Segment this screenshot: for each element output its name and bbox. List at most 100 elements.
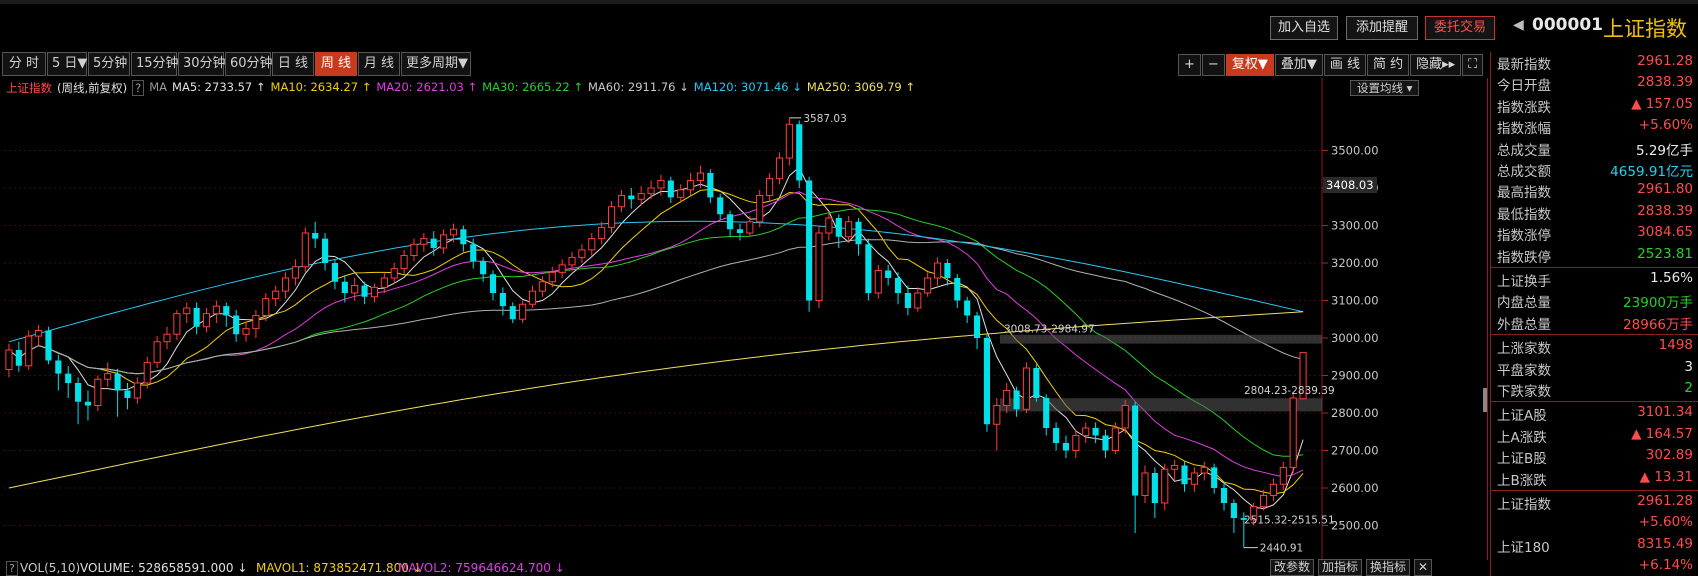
top-strip bbox=[0, 0, 1698, 4]
add-indicator-button[interactable]: 加指标 bbox=[1318, 559, 1363, 576]
period-tab-3[interactable]: 15分钟 bbox=[131, 52, 179, 76]
hide-button[interactable]: 隐藏▸▸ bbox=[1410, 54, 1462, 76]
quote-row: 平盘家数 3 bbox=[1491, 358, 1698, 379]
quote-row: 上证换手 1.56% bbox=[1491, 269, 1698, 290]
quote-value: 5.29亿手 bbox=[1635, 142, 1693, 159]
candle-body bbox=[885, 270, 892, 278]
quote-label: 最高指数 bbox=[1497, 185, 1551, 202]
quote-value: 3084.65 bbox=[1637, 224, 1693, 241]
y-tick-label: 2700.00 bbox=[1331, 444, 1379, 458]
period-tabs: 分 时5 日▼ 5分钟 15分钟 30分钟 60分钟日 线周 线月 线更多周期▼ bbox=[2, 52, 472, 76]
candle-body bbox=[568, 256, 576, 266]
candle-body bbox=[717, 197, 724, 215]
period-tab-9[interactable]: 更多周期▼ bbox=[401, 52, 471, 76]
candle-body bbox=[1003, 390, 1011, 406]
ma60-line bbox=[8, 239, 1304, 375]
candle-body bbox=[1279, 466, 1287, 485]
kline-chart-svg: 2500.00 2600.00 2700.00 2800.00 2900.00 3000.… bbox=[4, 78, 1487, 560]
candle-body bbox=[331, 263, 339, 282]
candle-body bbox=[1111, 427, 1119, 451]
add-alert-button[interactable]: 添加提醒 bbox=[1346, 16, 1418, 40]
candle-body bbox=[628, 195, 635, 200]
quote-label: 指数涨幅 bbox=[1497, 121, 1551, 138]
switch-indicator-button[interactable]: 换指标 bbox=[1366, 559, 1411, 576]
candle-body bbox=[1033, 368, 1040, 398]
stock-name: 上证指数 bbox=[1603, 17, 1687, 41]
period-tab-6[interactable]: 日 线 bbox=[272, 52, 314, 76]
ma-title: 上证指数 bbox=[6, 81, 52, 95]
candle-body bbox=[370, 286, 379, 298]
chart-toolbar: + − 复权▼ 叠加▼ 画 线简 约隐藏▸▸ ⛶ bbox=[1178, 54, 1484, 76]
gap-zone-upper bbox=[1000, 334, 1322, 344]
candle-body bbox=[588, 238, 596, 251]
y-tick-label: 3000.00 bbox=[1331, 331, 1379, 345]
candle-body bbox=[1190, 472, 1198, 485]
ma-settings-button[interactable]: 设置均线 ▾ bbox=[1350, 80, 1420, 96]
ma10-value: MA10: 2634.27 ↑ bbox=[270, 80, 372, 94]
candle-body bbox=[1151, 473, 1158, 503]
vol-help-icon[interactable]: ? bbox=[6, 561, 18, 576]
kline-chart[interactable]: 2500.00 2600.00 2700.00 2800.00 2900.00 3000.… bbox=[0, 78, 1488, 560]
period-tab-8[interactable]: 月 线 bbox=[358, 52, 400, 76]
candle-body bbox=[233, 315, 240, 335]
quote-value: 28966万手 bbox=[1623, 316, 1693, 333]
candle-body bbox=[696, 172, 705, 181]
quote-label: 最新指数 bbox=[1497, 57, 1551, 73]
quote-label: 上证换手 bbox=[1497, 274, 1551, 290]
edit-params-button[interactable]: 改参数 bbox=[1270, 559, 1315, 576]
candle-body bbox=[94, 378, 102, 406]
candle-body bbox=[25, 335, 33, 367]
ma120-value: MA120: 3071.46 ↓ bbox=[693, 80, 802, 94]
close-indicator-icon[interactable]: ✕ bbox=[1414, 559, 1433, 576]
ma20-value: MA20: 2621.03 ↑ bbox=[376, 80, 478, 94]
period-tab-4[interactable]: 30分钟 bbox=[178, 52, 226, 76]
add-favorite-button[interactable]: 加入自选 bbox=[1270, 16, 1338, 40]
quote-label: 今日开盘 bbox=[1497, 78, 1551, 95]
candle-body bbox=[1259, 495, 1268, 508]
candle-body bbox=[756, 195, 764, 223]
candle-body bbox=[607, 206, 616, 228]
candle-body bbox=[449, 228, 458, 236]
quote-row: +6.14% bbox=[1491, 556, 1698, 576]
prev-stock-icon[interactable]: ◀ bbox=[1513, 17, 1524, 33]
candle-body bbox=[499, 293, 506, 307]
candle-body bbox=[1062, 443, 1070, 451]
fullscreen-icon[interactable]: ⛶ bbox=[1462, 54, 1484, 76]
volume-legend: ? VOL(5,10) VOLUME: 528658591.000 ↓ MAVO… bbox=[0, 560, 1488, 576]
period-tab-2[interactable]: 5分钟 bbox=[88, 52, 130, 76]
adjust-button[interactable]: 复权▼ bbox=[1225, 54, 1274, 76]
candle-body bbox=[272, 290, 280, 300]
candle-body bbox=[212, 305, 220, 315]
help-icon[interactable]: ? bbox=[132, 80, 145, 96]
gap-upper-annotation: 3008.73-2984.97 bbox=[1004, 324, 1095, 336]
overlay-button[interactable]: 叠加▼ bbox=[1274, 54, 1323, 76]
quote-value: 2961.80 bbox=[1637, 181, 1693, 198]
trade-button[interactable]: 委托交易 bbox=[1425, 16, 1495, 40]
quote-value: ▲ 164.57 bbox=[1631, 425, 1693, 442]
period-tab-1[interactable]: 5 日▼ bbox=[47, 52, 87, 76]
zoom-out-button[interactable]: − bbox=[1201, 54, 1225, 76]
candle-body bbox=[1230, 503, 1237, 518]
simple-button[interactable]: 简 约 bbox=[1366, 54, 1410, 76]
price-tag-label: 3408.03 bbox=[1326, 178, 1374, 192]
vol-volume: VOLUME: 528658591.000 ↓ bbox=[80, 561, 248, 575]
draw-line-button[interactable]: 画 线 bbox=[1323, 54, 1366, 76]
candle-body bbox=[183, 307, 191, 315]
candle-body bbox=[489, 274, 497, 293]
candle-body bbox=[944, 263, 951, 278]
period-tab-7[interactable]: 周 线 bbox=[315, 52, 357, 76]
candle-body bbox=[84, 401, 92, 406]
candle-body bbox=[173, 313, 181, 335]
period-tab-0[interactable]: 分 时 bbox=[2, 52, 46, 76]
candle-body bbox=[746, 221, 754, 234]
quote-value: 2961.28 bbox=[1637, 53, 1693, 69]
zoom-in-button[interactable]: + bbox=[1178, 54, 1201, 76]
candle-body bbox=[954, 278, 961, 301]
candle-body bbox=[727, 214, 734, 230]
candle-body bbox=[1082, 427, 1090, 436]
candle-body bbox=[430, 238, 437, 248]
candle-body bbox=[193, 308, 200, 327]
period-tab-5[interactable]: 60分钟 bbox=[225, 52, 273, 76]
quote-row: 指数涨停 3084.65 bbox=[1491, 223, 1698, 244]
candle-body bbox=[301, 232, 309, 268]
